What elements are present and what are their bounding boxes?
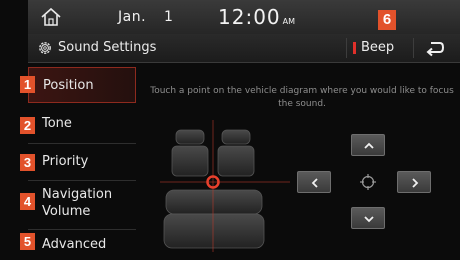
screen: Jan. 1 12:00 AM Sound Settings Beep Positi… <box>0 0 460 260</box>
chevron-right-icon <box>412 178 419 188</box>
move-right-button[interactable] <box>397 171 431 193</box>
date: Jan. 1 <box>118 9 173 25</box>
front-left-seat <box>171 129 209 177</box>
vehicle-diagram[interactable] <box>160 120 290 252</box>
beep-label: Beep <box>361 40 395 55</box>
sidebar-menu: Position Tone Priority Navigation Volume… <box>28 63 136 260</box>
page-title: Sound Settings <box>58 40 157 55</box>
beep-button[interactable]: Beep <box>346 38 414 58</box>
front-right-seat <box>217 129 255 177</box>
home-button[interactable] <box>38 5 64 29</box>
callout-badge-5: 5 <box>20 233 35 250</box>
chevron-left-icon <box>311 178 318 188</box>
center-button[interactable] <box>355 171 381 193</box>
menu-item-priority[interactable]: Priority <box>28 144 136 181</box>
gear-icon <box>39 42 51 54</box>
chevron-down-icon <box>364 216 374 223</box>
move-left-button[interactable] <box>297 171 331 193</box>
clock: 12:00 AM <box>218 5 295 29</box>
move-up-button[interactable] <box>351 134 385 156</box>
menu-item-position[interactable]: Position <box>28 67 136 103</box>
time: 12:00 <box>218 5 281 29</box>
callout-badge-3: 3 <box>20 154 35 171</box>
callout-badge-6: 6 <box>378 10 396 30</box>
menu-item-label: Advanced <box>42 237 107 252</box>
month: Jan. <box>118 9 147 25</box>
center-target-icon <box>360 174 376 190</box>
title-bar: Sound Settings Beep <box>28 34 460 63</box>
menu-item-label: Priority <box>42 154 89 169</box>
menu-item-label: Navigation Volume <box>42 187 113 219</box>
callout-badge-1: 1 <box>20 76 35 93</box>
back-button[interactable] <box>424 39 446 57</box>
day: 1 <box>164 9 174 25</box>
am-pm: AM <box>282 17 296 26</box>
move-down-button[interactable] <box>351 207 385 229</box>
beep-indicator <box>353 42 356 54</box>
menu-item-label: Tone <box>42 116 72 131</box>
callout-badge-2: 2 <box>20 117 35 134</box>
chevron-up-icon <box>364 142 374 149</box>
menu-item-label: Position <box>43 78 94 93</box>
back-arrow-icon <box>426 42 445 57</box>
home-icon <box>41 7 61 26</box>
callout-badge-4: 4 <box>20 193 35 210</box>
menu-item-navigation-volume[interactable]: Navigation Volume <box>28 181 136 230</box>
menu-item-tone[interactable]: Tone <box>28 105 136 144</box>
instruction-text: Touch a point on the vehicle diagram whe… <box>150 86 454 109</box>
rear-seat <box>163 189 265 249</box>
menu-item-advanced[interactable]: Advanced <box>28 230 136 260</box>
